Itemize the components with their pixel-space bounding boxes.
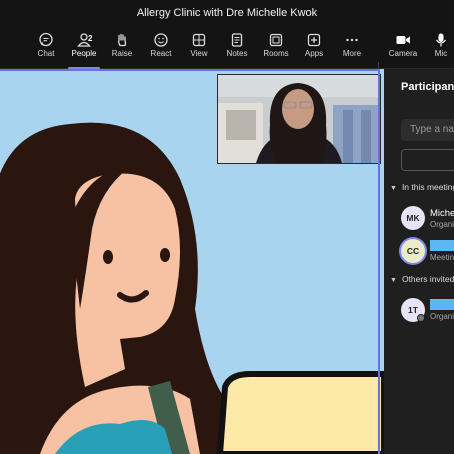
in-meeting-section-header[interactable]: ▼ In this meeting <box>390 182 454 192</box>
smiley-icon <box>154 33 168 47</box>
rooms-button[interactable]: Rooms <box>256 30 296 66</box>
chat-label: Chat <box>37 49 55 58</box>
raise-label: Raise <box>111 49 133 58</box>
rooms-label: Rooms <box>263 49 289 58</box>
view-label: View <box>190 49 208 58</box>
self-view-video[interactable] <box>217 74 381 164</box>
participant-role: Organizer <box>430 312 454 321</box>
participant-row[interactable]: MK Michelle Kwok Organizer <box>401 206 454 234</box>
chevron-down-icon: ▼ <box>390 277 397 284</box>
notes-icon <box>231 33 243 47</box>
avatar: MK <box>401 206 425 230</box>
chat-icon <box>39 32 53 47</box>
apps-button[interactable]: Apps <box>294 30 334 66</box>
camera-icon <box>396 36 410 44</box>
apps-label: Apps <box>304 49 324 58</box>
participant-name: Michelle Kwok <box>430 208 454 219</box>
mic-icon <box>436 33 446 47</box>
hand-icon <box>118 33 127 47</box>
grid-icon <box>192 33 206 47</box>
chat-button[interactable]: Chat <box>26 30 66 66</box>
more-icon <box>346 38 358 42</box>
participant-role: Organizer <box>430 220 454 229</box>
meeting-toolbar: Chat 2 People Raise React View Notes Roo… <box>0 26 454 86</box>
people-count: 2 <box>88 34 93 43</box>
panel-title: Participants <box>401 81 454 93</box>
more-label: More <box>342 49 362 58</box>
notes-button[interactable]: Notes <box>217 30 257 66</box>
participants-panel: Participants Type a name ▼ In this meetin… <box>384 69 454 454</box>
chevron-down-icon: ▼ <box>390 185 397 192</box>
others-invited-label: Others invited <box>401 274 454 284</box>
react-button[interactable]: React <box>141 30 181 66</box>
others-invited-section-header[interactable]: ▼ Others invited <box>390 274 454 284</box>
mic-button[interactable]: Mic <box>421 30 454 66</box>
mic-label: Mic <box>434 49 448 58</box>
plus-icon <box>307 33 321 47</box>
participant-row[interactable]: CC Meeting guest <box>401 239 454 267</box>
invite-box[interactable] <box>401 149 454 171</box>
status-badge <box>417 314 425 322</box>
rooms-icon <box>269 33 283 47</box>
people-label: People <box>71 49 97 58</box>
react-label: React <box>150 49 172 58</box>
camera-button[interactable]: Camera <box>383 30 423 66</box>
self-view-person <box>218 75 380 163</box>
view-button[interactable]: View <box>179 30 219 66</box>
avatar: CC <box>401 239 425 263</box>
window-title: Allergy Clinic with Dre Michelle Kwok <box>0 0 454 26</box>
notes-label: Notes <box>226 49 248 58</box>
in-meeting-label: In this meeting <box>401 182 454 192</box>
more-button[interactable]: More <box>332 30 372 66</box>
search-participants-input[interactable]: Type a name <box>401 119 454 141</box>
participant-row[interactable]: 1T Organizer <box>401 298 454 326</box>
raise-hand-button[interactable]: Raise <box>102 30 142 66</box>
redacted-name <box>430 299 454 310</box>
people-button[interactable]: 2 People <box>64 30 104 69</box>
redacted-name <box>430 240 454 251</box>
camera-label: Camera <box>388 49 418 58</box>
participant-role: Meeting guest <box>430 253 454 262</box>
